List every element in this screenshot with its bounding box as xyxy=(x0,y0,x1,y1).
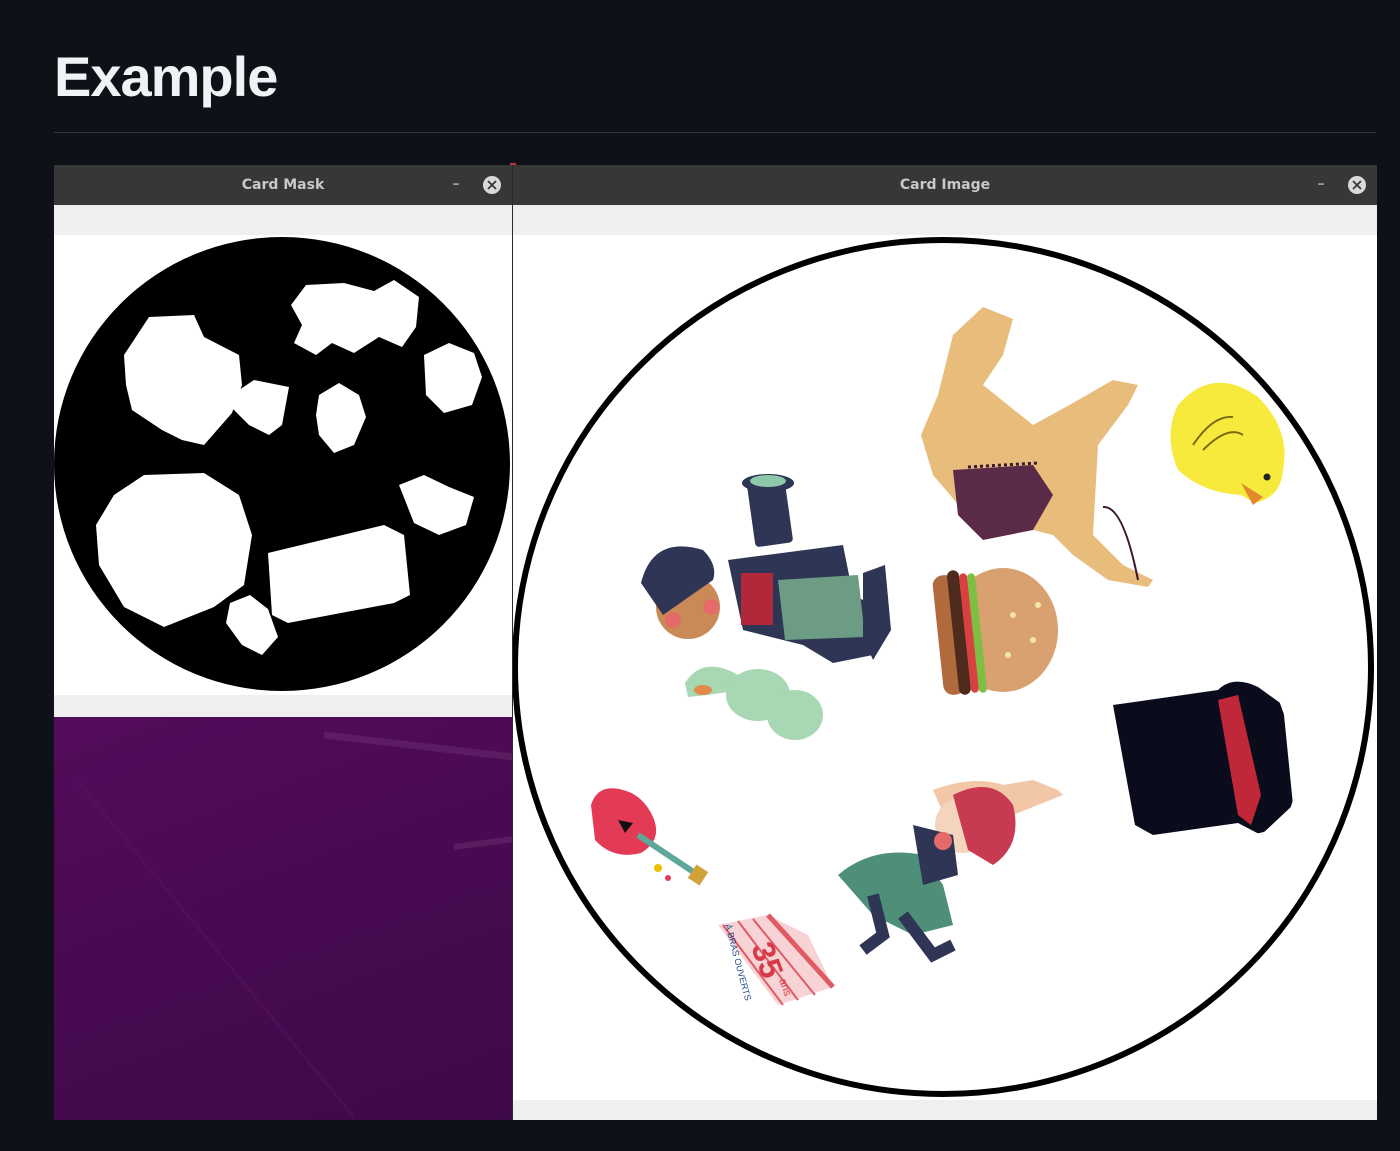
desktop-background xyxy=(54,717,512,1120)
card-image-window[interactable]: Card Image – 35 ans À BRAS OUVERTS xyxy=(512,165,1377,1120)
page-heading: Example xyxy=(54,45,278,108)
card-image-canvas: 35 ans À BRAS OUVERTS xyxy=(513,235,1377,1100)
desktop-wallpaper-lines xyxy=(72,731,512,1118)
close-icon[interactable] xyxy=(483,176,501,194)
card-image-art: 35 ans À BRAS OUVERTS xyxy=(513,237,1374,1097)
card-image-title: Card Image xyxy=(899,177,991,193)
card-mask-title: Card Mask xyxy=(241,177,325,193)
card-mask-canvas xyxy=(54,235,512,695)
minimize-icon[interactable]: – xyxy=(1313,175,1329,193)
close-icon[interactable] xyxy=(1348,176,1366,194)
window-accent-marker xyxy=(510,163,516,165)
card-mask-image xyxy=(54,237,510,691)
card-image-titlebar[interactable]: Card Image – xyxy=(513,165,1377,205)
heading-divider xyxy=(54,132,1376,133)
card-mask-bottom-strip xyxy=(54,695,512,717)
card-mask-window[interactable]: Card Mask – xyxy=(54,165,512,717)
minimize-icon[interactable]: – xyxy=(448,175,464,193)
card-image-bottom-strip xyxy=(513,1100,1377,1120)
card-mask-titlebar[interactable]: Card Mask – xyxy=(54,165,512,205)
card-mask-toolbar xyxy=(54,205,512,235)
mask-blob xyxy=(291,280,419,355)
burger-illustration xyxy=(932,568,1058,695)
card-image-toolbar xyxy=(513,205,1377,235)
